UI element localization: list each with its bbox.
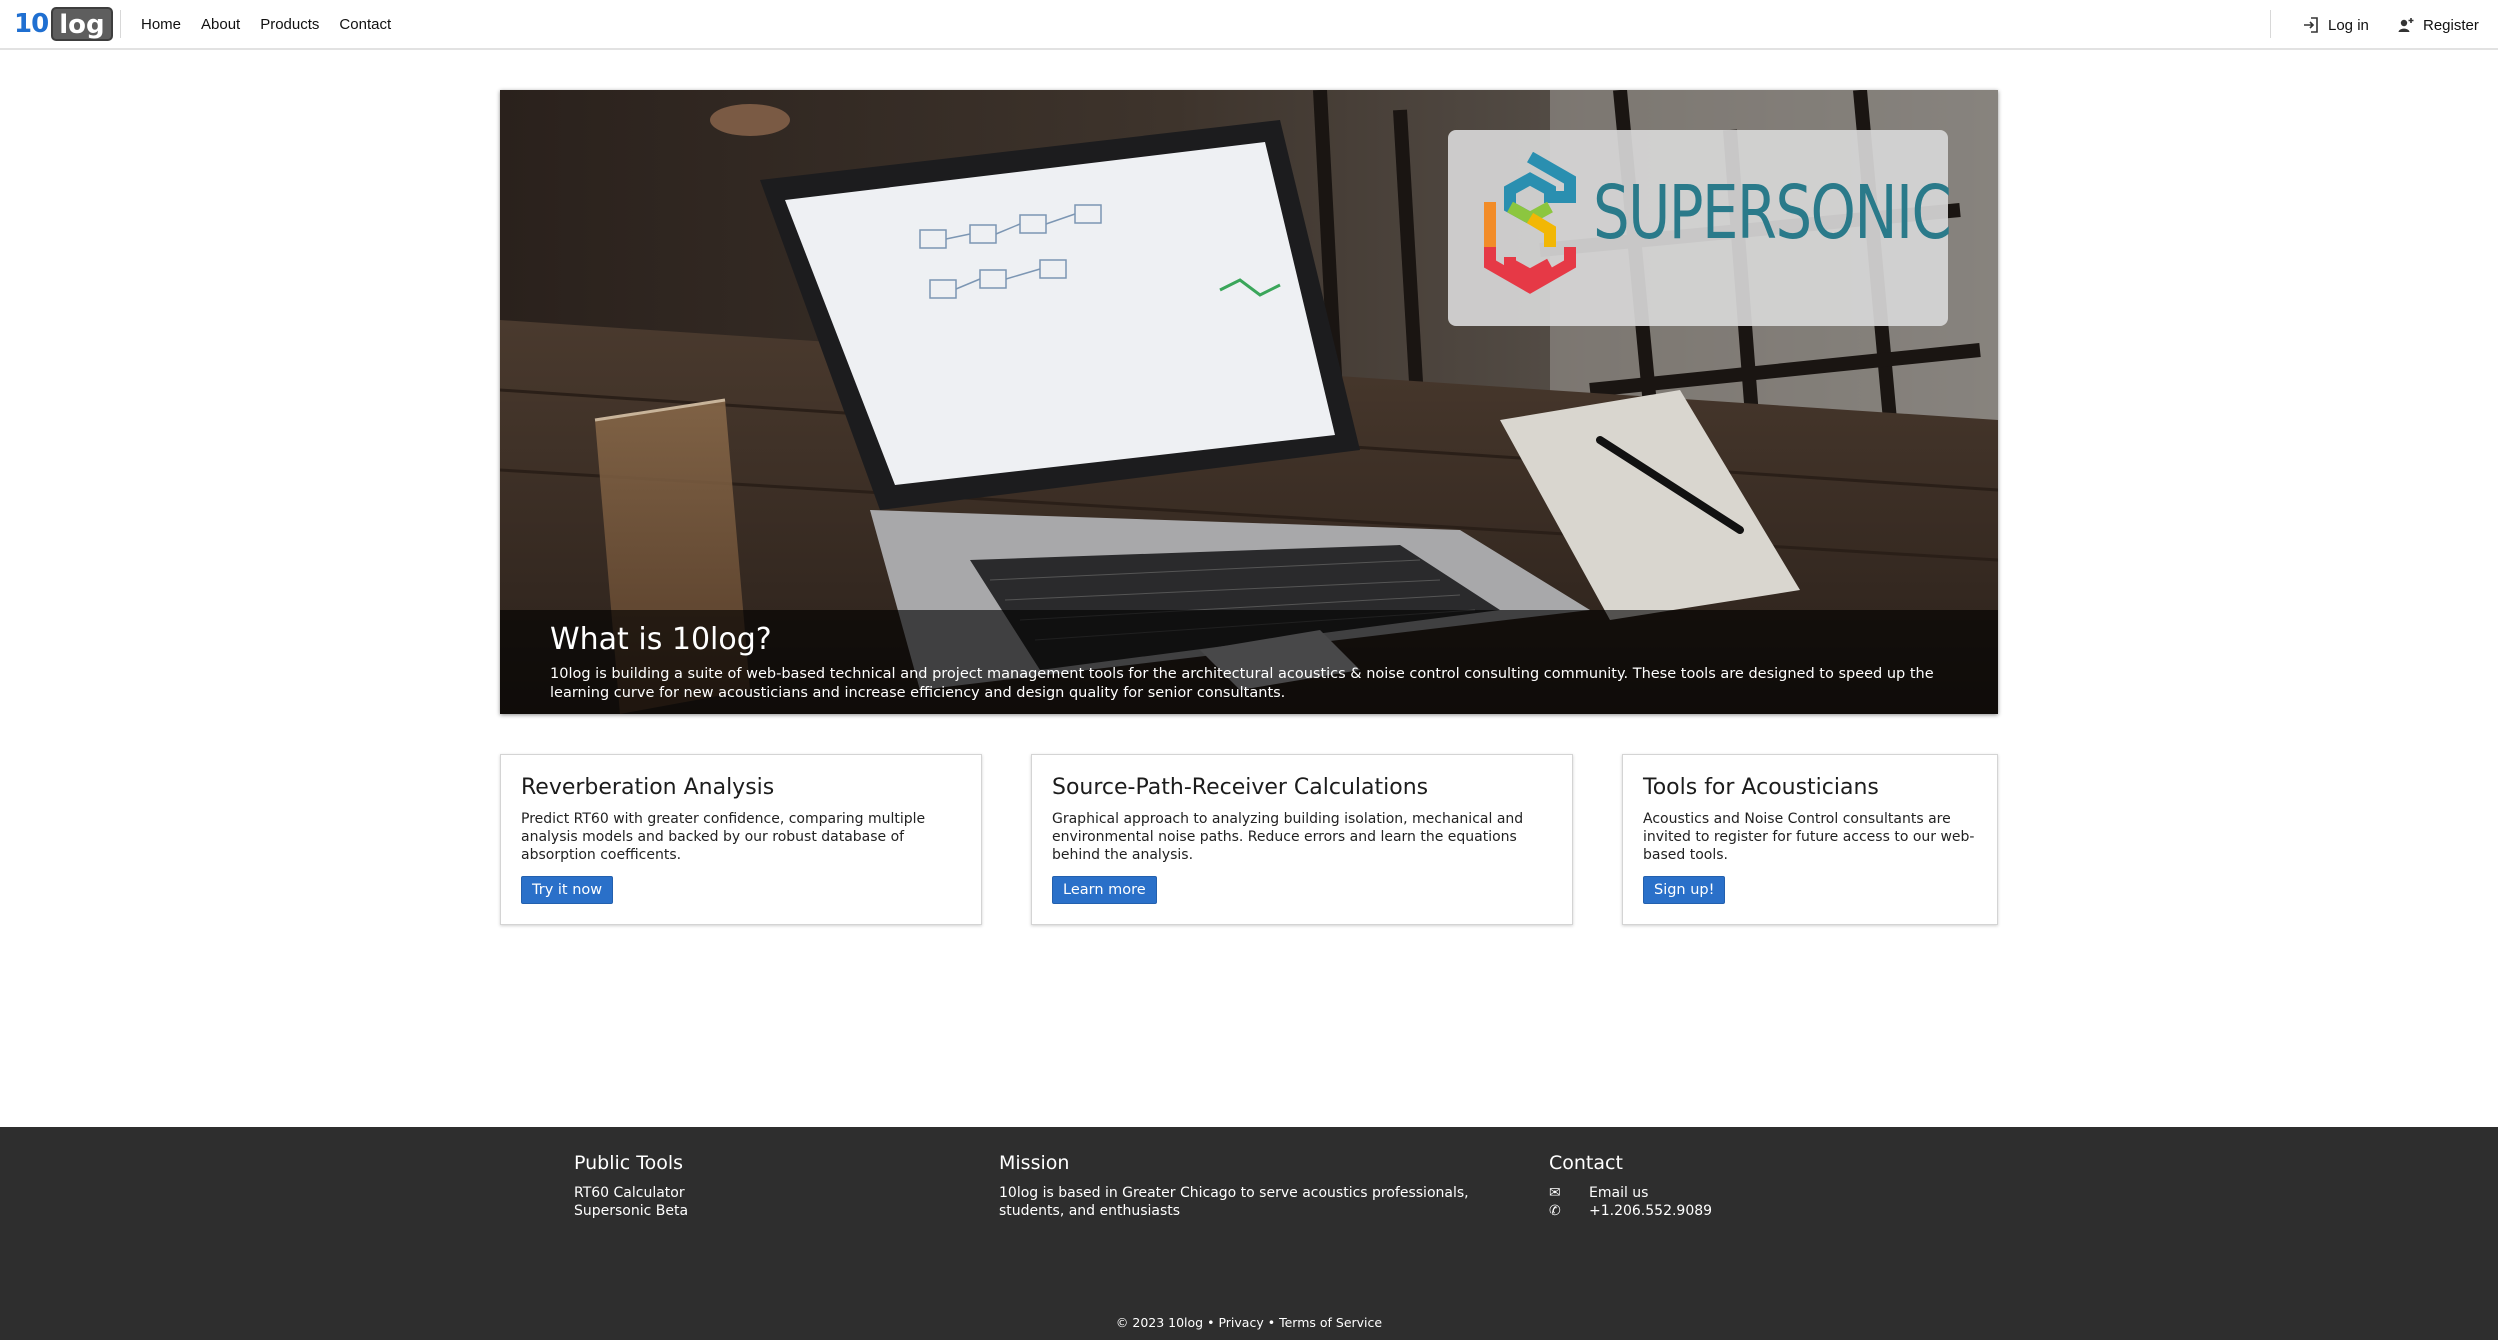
header-divider-right [2270, 10, 2271, 38]
card-text: Acoustics and Noise Control consultants … [1643, 811, 1975, 863]
footer-heading: Contact [1549, 1152, 1623, 1174]
main-nav: Home About Products Contact [141, 16, 411, 33]
sign-up-button[interactable]: Sign up! [1643, 876, 1726, 904]
site-logo[interactable]: 10 log [14, 6, 113, 42]
footer-bullet: • [1207, 1315, 1219, 1330]
supersonic-word: SUPERSONIC [1593, 170, 1952, 256]
top-navbar: 10 log Home About Products Contact Log i… [0, 0, 2498, 50]
footer-public-tools: Public Tools RT60 Calculator Supersonic … [574, 1152, 688, 1220]
email-label: Email us [1589, 1185, 1649, 1201]
footer-copyright: © 2023 10log • Privacy • Terms of Servic… [0, 1315, 2498, 1330]
mission-text: 10log is based in Greater Chicago to ser… [999, 1185, 1469, 1219]
footer-bullet: • [1267, 1315, 1280, 1330]
hero-caption: What is 10log? 10log is building a suite… [500, 610, 1998, 714]
phone-number: +1.206.552.9089 [1589, 1203, 1713, 1219]
footer-mission: Mission 10log is based in Greater Chicag… [999, 1152, 1519, 1220]
hero-title: What is 10log? [550, 622, 772, 657]
email-link[interactable]: ✉ Email us [1549, 1184, 1712, 1202]
card-title: Reverberation Analysis [521, 775, 775, 800]
logo-word: log [51, 7, 113, 41]
hero-banner: SUPERSONIC What is 10log? 10log is build… [500, 90, 1998, 714]
card-reverberation: Reverberation Analysis Predict RT60 with… [500, 754, 982, 925]
card-source-path-receiver: Source-Path-Receiver Calculations Graphi… [1031, 754, 1573, 925]
phone-icon: ✆ [1549, 1203, 1561, 1219]
supersonic-brand-card: SUPERSONIC [1448, 130, 1952, 326]
register-icon [2398, 18, 2414, 32]
card-title: Tools for Acousticians [1643, 775, 1879, 800]
supersonic-logo-icon [1484, 152, 1576, 294]
copyright-text: © 2023 10log [1115, 1315, 1204, 1330]
nav-about[interactable]: About [201, 16, 240, 33]
footer-heading: Public Tools [574, 1152, 684, 1174]
register-label: Register [2423, 16, 2479, 34]
terms-link[interactable]: Terms of Service [1279, 1315, 1382, 1330]
logo-number: 10 [14, 9, 49, 39]
site-footer: Public Tools RT60 Calculator Supersonic … [0, 1127, 2498, 1340]
supersonic-beta-link[interactable]: Supersonic Beta [574, 1202, 688, 1220]
nav-products[interactable]: Products [260, 16, 319, 33]
login-label: Log in [2328, 16, 2369, 34]
card-title: Source-Path-Receiver Calculations [1052, 775, 1429, 800]
footer-heading: Mission [999, 1152, 1070, 1174]
login-icon [2304, 17, 2318, 33]
nav-home[interactable]: Home [141, 16, 181, 33]
rt60-calculator-link[interactable]: RT60 Calculator [574, 1184, 688, 1202]
nav-contact[interactable]: Contact [339, 16, 391, 33]
card-tools-for-acousticians: Tools for Acousticians Acoustics and Noi… [1622, 754, 1998, 925]
privacy-link[interactable]: Privacy [1218, 1315, 1263, 1330]
login-link[interactable]: Log in [2302, 16, 2369, 34]
register-link[interactable]: Register [2397, 16, 2479, 34]
envelope-icon: ✉ [1549, 1185, 1561, 1201]
card-text: Predict RT60 with greater confidence, co… [521, 811, 926, 863]
footer-contact: Contact ✉ Email us ✆ +1.206.552.9089 [1549, 1152, 1712, 1220]
header-divider [120, 10, 121, 38]
phone-row: ✆ +1.206.552.9089 [1549, 1202, 1712, 1220]
try-it-now-button[interactable]: Try it now [521, 876, 614, 904]
learn-more-button[interactable]: Learn more [1052, 876, 1157, 904]
hero-text: 10log is building a suite of web-based t… [550, 666, 1934, 701]
card-text: Graphical approach to analyzing building… [1052, 811, 1524, 863]
